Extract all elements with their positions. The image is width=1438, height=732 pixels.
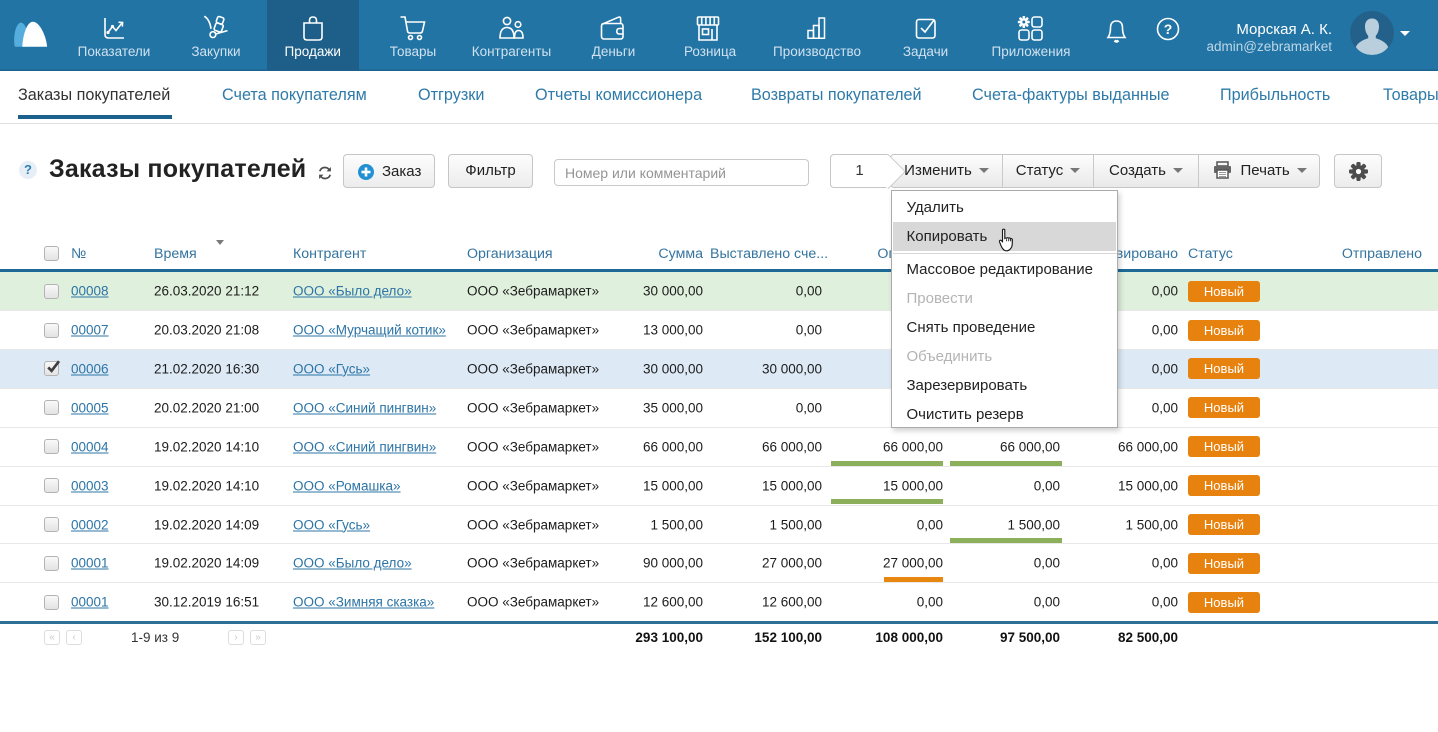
svg-text:?: ? <box>1164 21 1173 37</box>
